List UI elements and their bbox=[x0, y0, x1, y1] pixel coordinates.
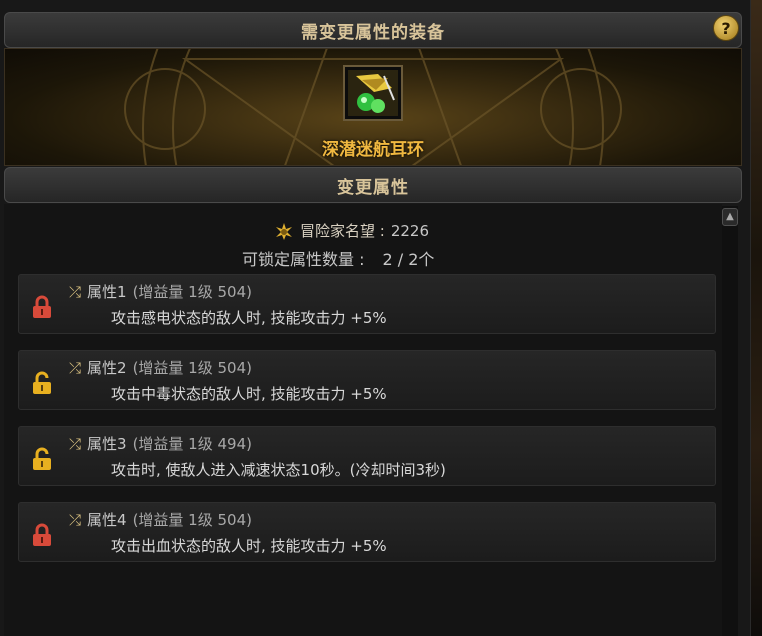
attribute-name: 属性3 bbox=[87, 435, 127, 453]
attribute-detail: (增益量 1级 504) bbox=[132, 283, 252, 301]
attribute-name: 属性1 bbox=[87, 283, 127, 301]
window-title: 需变更属性的装备 bbox=[301, 22, 445, 43]
help-button[interactable]: ? bbox=[713, 15, 739, 41]
locked-lock-icon[interactable] bbox=[31, 523, 53, 547]
lock-count-label: 可锁定属性数量 : bbox=[242, 250, 365, 269]
attribute-row: ⤮ 属性4 (增益量 1级 504) 攻击出血状态的敌人时, 技能攻击力 +5% bbox=[18, 502, 716, 562]
attribute-description: 攻击中毒状态的敌人时, 技能攻击力 +5% bbox=[111, 385, 387, 403]
section-header: 变更属性 bbox=[4, 167, 742, 203]
equipment-panel: 深潜迷航耳环 bbox=[4, 48, 742, 166]
shuffle-icon[interactable]: ⤮ bbox=[69, 511, 81, 529]
unlocked-lock-icon[interactable] bbox=[31, 447, 53, 471]
equipment-slot[interactable] bbox=[343, 65, 403, 121]
scrollbar[interactable]: ▲ bbox=[722, 206, 738, 636]
fame-line: 冒险家名望 : 2226 bbox=[274, 220, 429, 241]
chevron-up-icon: ▲ bbox=[726, 211, 734, 222]
help-icon: ? bbox=[721, 18, 731, 38]
attribute-detail: (增益量 1级 504) bbox=[132, 359, 252, 377]
shuffle-icon[interactable]: ⤮ bbox=[69, 359, 81, 377]
shuffle-icon[interactable]: ⤮ bbox=[69, 283, 81, 301]
attribute-description: 攻击出血状态的敌人时, 技能攻击力 +5% bbox=[111, 537, 387, 555]
fame-label: 冒险家名望 : bbox=[300, 222, 385, 240]
attribute-description: 攻击时, 使敌人进入减速状态10秒。(冷却时间3秒) bbox=[111, 461, 446, 479]
shuffle-icon[interactable]: ⤮ bbox=[69, 435, 81, 453]
locked-lock-icon[interactable] bbox=[31, 295, 53, 319]
attribute-name: 属性2 bbox=[87, 359, 127, 377]
equipment-name: 深潜迷航耳环 bbox=[322, 140, 424, 160]
attribute-description: 攻击感电状态的敌人时, 技能攻击力 +5% bbox=[111, 309, 387, 327]
attribute-header: ⤮ 属性3 (增益量 1级 494) bbox=[69, 433, 252, 454]
attribute-row: ⤮ 属性3 (增益量 1级 494) 攻击时, 使敌人进入减速状态10秒。(冷却… bbox=[18, 426, 716, 486]
unlocked-lock-icon[interactable] bbox=[31, 371, 53, 395]
lock-count-value: 2 / 2个 bbox=[382, 250, 435, 269]
lock-count-line: 可锁定属性数量 : 2 / 2个 bbox=[242, 246, 434, 270]
attribute-header: ⤮ 属性1 (增益量 1级 504) bbox=[69, 281, 252, 302]
fame-emblem-icon bbox=[276, 222, 292, 240]
background-edge bbox=[751, 0, 762, 636]
attribute-detail: (增益量 1级 494) bbox=[132, 435, 252, 453]
attribute-list: 冒险家名望 : 2226 可锁定属性数量 : 2 / 2个 ⤮ 属性1 (增益量… bbox=[4, 204, 722, 636]
attribute-header: ⤮ 属性4 (增益量 1级 504) bbox=[69, 509, 252, 530]
section-title: 变更属性 bbox=[337, 177, 409, 198]
fame-value: 2226 bbox=[390, 221, 430, 240]
attribute-row: ⤮ 属性1 (增益量 1级 504) 攻击感电状态的敌人时, 技能攻击力 +5% bbox=[18, 274, 716, 334]
window-titlebar: 需变更属性的装备 bbox=[4, 12, 742, 48]
attribute-row: ⤮ 属性2 (增益量 1级 504) 攻击中毒状态的敌人时, 技能攻击力 +5% bbox=[18, 350, 716, 410]
scroll-up-button[interactable]: ▲ bbox=[722, 208, 738, 226]
attribute-header: ⤮ 属性2 (增益量 1级 504) bbox=[69, 357, 252, 378]
attribute-name: 属性4 bbox=[87, 511, 127, 529]
attribute-detail: (增益量 1级 504) bbox=[132, 511, 252, 529]
earring-item-icon bbox=[348, 70, 398, 116]
